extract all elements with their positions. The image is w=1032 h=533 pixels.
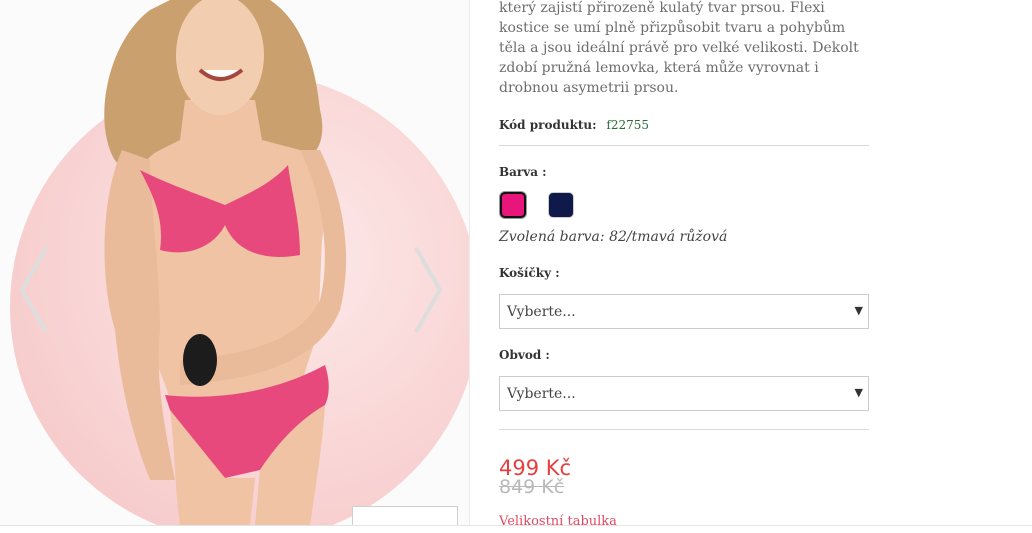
chevron-left-icon[interactable] — [14, 240, 54, 340]
color-label: Barva : — [499, 165, 547, 179]
old-price: 849 Kč — [499, 476, 565, 498]
gallery-thumbnail[interactable] — [352, 506, 458, 525]
product-model-photo[interactable] — [0, 0, 469, 525]
band-label: Obvod : — [499, 348, 550, 362]
product-description: který zajistí přirozeně kulatý tvar prso… — [499, 0, 859, 96]
color-swatch-navy[interactable] — [548, 192, 574, 218]
cups-select-value: Vyberte... — [507, 304, 576, 320]
product-code-label: Kód produktu: — [499, 118, 597, 132]
band-select-value: Vyberte... — [507, 386, 576, 402]
bottom-border — [0, 525, 1032, 526]
chosen-color-text: Zvolená barva: 82/tmavá růžová — [499, 229, 728, 245]
cups-select[interactable]: Vyberte... ▼ — [499, 294, 869, 329]
size-chart-link[interactable]: Velikostní tabulka — [499, 514, 617, 529]
band-select[interactable]: Vyberte... ▼ — [499, 376, 869, 411]
product-code-value: f22755 — [606, 118, 650, 132]
caret-down-icon: ▼ — [854, 386, 863, 399]
cups-label: Košíčky : — [499, 266, 560, 280]
product-code-row: Kód produktu: f22755 — [499, 118, 649, 132]
chevron-right-icon[interactable] — [408, 240, 448, 340]
color-swatch-pink[interactable] — [500, 192, 526, 218]
divider — [499, 145, 869, 146]
divider — [499, 429, 869, 430]
caret-down-icon: ▼ — [854, 304, 863, 317]
gallery-divider — [469, 0, 470, 525]
product-gallery — [0, 0, 469, 525]
